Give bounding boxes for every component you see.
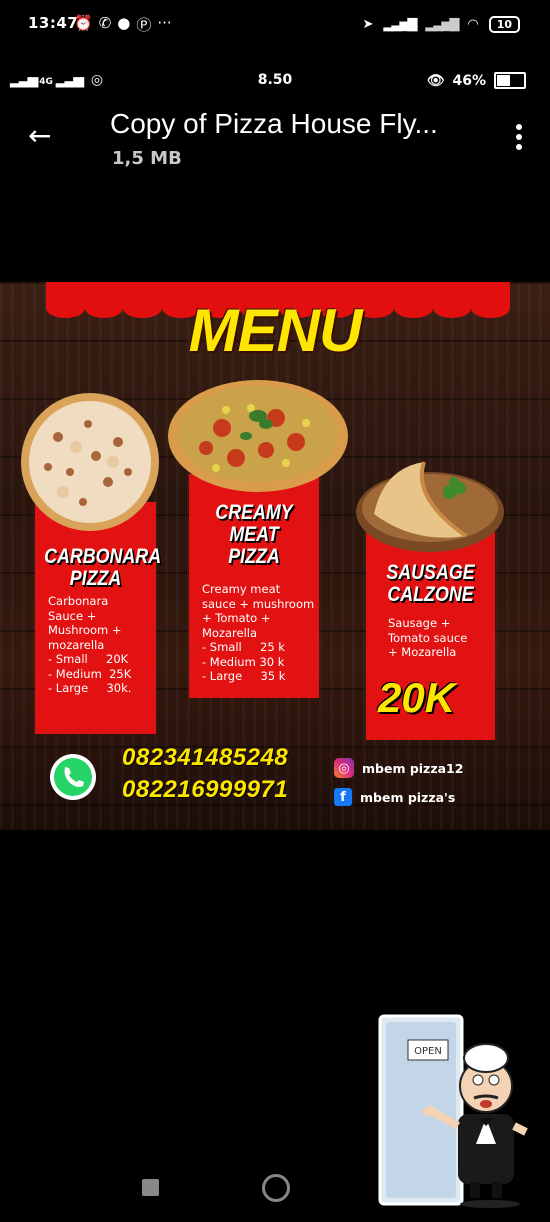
card-title-line2: CALZONE bbox=[387, 583, 474, 606]
card-desc: Mozarella bbox=[202, 625, 258, 640]
card-title-line1: CARBONARA bbox=[44, 545, 162, 568]
card-price: - Small 20K bbox=[48, 652, 129, 666]
card-desc: Carbonara bbox=[48, 594, 109, 608]
flyer-image: MENU CARBONARA PIZZA Carbonara Sauce + M… bbox=[0, 282, 550, 830]
card-desc: + Mozarella bbox=[388, 645, 457, 659]
card-title-line2: PIZZA bbox=[69, 567, 122, 590]
facebook-handle: f mbem pizza's bbox=[334, 788, 455, 806]
net-speed: 8.50 bbox=[257, 72, 293, 88]
card-title-line2: PIZZA bbox=[228, 545, 280, 568]
card-desc: Tomato sauce bbox=[388, 630, 468, 645]
calzone-image bbox=[356, 461, 504, 552]
chef-mascot-image: OPEN bbox=[378, 1014, 528, 1208]
eye-icon: 👁 bbox=[426, 72, 445, 89]
carbonara-pizza-image bbox=[21, 393, 159, 531]
card-price: - Large 35 k bbox=[202, 669, 286, 683]
card-desc: Mushroom + bbox=[48, 623, 122, 637]
location-icon: ➤ bbox=[362, 17, 374, 32]
menu-heading: MENU bbox=[188, 297, 363, 364]
status-right: ➤ ▂▃▅▇ ▂▃▅▇ ◠ 10 bbox=[362, 16, 520, 33]
card-desc: + Tomato + bbox=[202, 611, 271, 625]
whatsapp-icon: ✆ bbox=[98, 14, 112, 32]
card-desc: Sausage + bbox=[388, 616, 451, 630]
card-desc: Creamy meat bbox=[202, 582, 281, 596]
signal2-icon: ▂▃▅▇ bbox=[425, 17, 459, 32]
instagram-icon: ◎ bbox=[334, 758, 354, 778]
more-options-icon[interactable] bbox=[516, 124, 522, 154]
menu-card-creamy-meat: CREAMY MEAT PIZZA Creamy meat sauce + mu… bbox=[189, 474, 319, 698]
calzone-price: 20K bbox=[378, 674, 456, 721]
battery-icon-2 bbox=[494, 72, 526, 89]
phone-number-2: 082216999971 bbox=[122, 776, 289, 803]
chat-icon: ● bbox=[117, 14, 131, 32]
card-desc: Sauce + bbox=[48, 608, 97, 623]
alarm-icon: ⏰ bbox=[74, 14, 93, 32]
card-title-line1: CREAMY MEAT bbox=[215, 501, 293, 546]
card-desc: mozarella bbox=[48, 637, 105, 652]
status-time: 13:47 bbox=[28, 14, 79, 32]
card-price: - Medium 30 k bbox=[202, 654, 285, 669]
whatsapp-icon bbox=[50, 754, 96, 800]
more-dots-icon: ··· bbox=[157, 14, 172, 32]
menu-card-carbonara: CARBONARA PIZZA Carbonara Sauce + Mushro… bbox=[35, 502, 162, 734]
status-icons: ⏰ ✆ ● Ⓟ ··· bbox=[74, 14, 172, 35]
facebook-icon: f bbox=[334, 788, 352, 806]
signal-icon: ▂▃▅▇ bbox=[383, 17, 417, 32]
file-size: 1,5 MB bbox=[112, 148, 182, 169]
facebook-text: mbem pizza's bbox=[360, 789, 456, 805]
back-arrow-icon[interactable]: ← bbox=[28, 122, 51, 150]
home-button[interactable] bbox=[262, 1174, 290, 1202]
card-price: - Medium 25K bbox=[48, 666, 132, 681]
creamy-meat-pizza-image bbox=[168, 380, 348, 492]
card-desc: sauce + mushroom bbox=[202, 596, 315, 611]
file-title: Copy of Pizza House Fly... bbox=[110, 108, 438, 139]
instagram-handle: ◎ mbem pizza12 bbox=[334, 758, 463, 778]
battery-percent: 46% bbox=[452, 72, 486, 89]
card-price: - Small 25 k bbox=[202, 640, 285, 654]
wifi-icon: ◠ bbox=[467, 17, 479, 32]
open-sign: OPEN bbox=[414, 1046, 442, 1057]
status-bar-2: ▂▃▅ 4G ▂▃▅ ◎ 8.50 👁 46% bbox=[10, 72, 540, 92]
card-price: - Large 30k. bbox=[48, 681, 132, 695]
battery-icon: 10 bbox=[488, 16, 520, 33]
instagram-text: mbem pizza12 bbox=[362, 760, 464, 776]
recent-apps-button[interactable] bbox=[142, 1179, 159, 1196]
phone-number-1: 082341485248 bbox=[122, 744, 289, 771]
pinterest-icon: Ⓟ bbox=[136, 16, 152, 34]
card-title-line1: SAUSAGE bbox=[386, 561, 475, 584]
